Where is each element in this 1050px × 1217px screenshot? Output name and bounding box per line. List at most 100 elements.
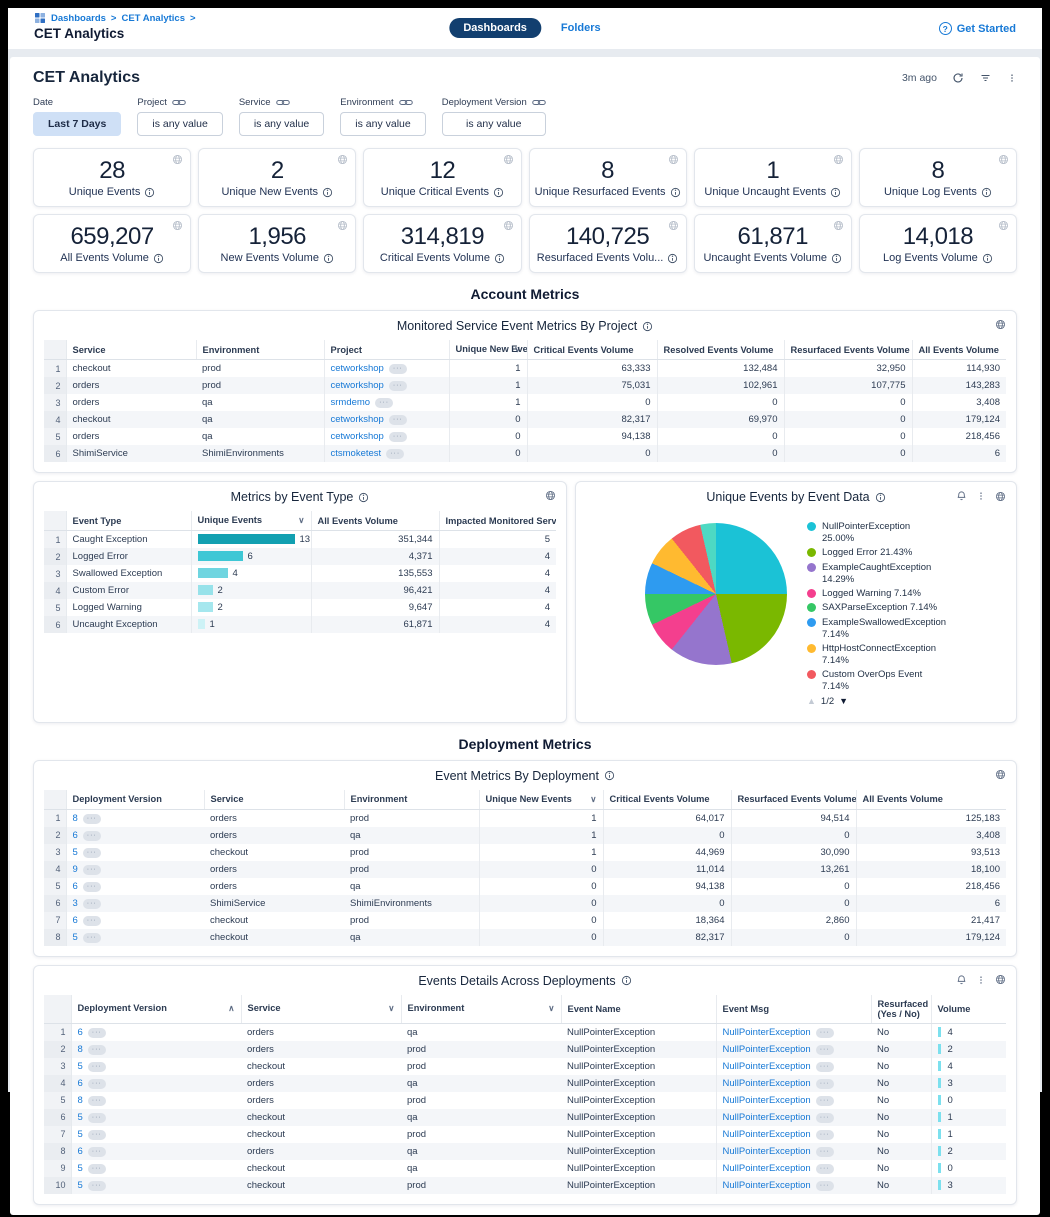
column-header-deployment-version[interactable]: Deployment Version	[66, 790, 204, 810]
tab-folders[interactable]: Folders	[561, 22, 601, 34]
more-pill[interactable]: ···	[389, 432, 407, 442]
more-pill[interactable]: ···	[88, 1062, 106, 1072]
kebab-menu-icon[interactable]	[976, 974, 986, 986]
deployment-version-link[interactable]: 6	[73, 915, 78, 926]
pie-chart[interactable]	[645, 523, 787, 665]
info-icon[interactable]	[493, 187, 504, 198]
globe-icon[interactable]	[337, 220, 348, 231]
breadcrumb-cet-analytics[interactable]: CET Analytics	[121, 13, 185, 24]
table-row[interactable]: 28···ordersprodNullPointerExceptionNullP…	[44, 1041, 1006, 1058]
breadcrumb-dashboards[interactable]: Dashboards	[51, 13, 106, 24]
deployment-version-link[interactable]: 8	[73, 813, 78, 824]
globe-icon[interactable]	[172, 220, 183, 231]
table-row[interactable]: 1Caught Exception13351,3445	[44, 531, 556, 549]
legend-item-httphostconnectexception[interactable]: HttpHostConnectException 7.14%	[807, 643, 965, 667]
legend-item-examplecaughtexception[interactable]: ExampleCaughtException 14.29%	[807, 562, 965, 586]
deployment-version-link[interactable]: 9	[73, 864, 78, 875]
get-started-link[interactable]: ? Get Started	[939, 22, 1016, 35]
more-pill[interactable]: ···	[389, 415, 407, 425]
table-row[interactable]: 35···checkoutprod144,96930,09093,513	[44, 844, 1006, 861]
column-header-unique-events[interactable]: ∨Unique Events	[191, 511, 311, 531]
tab-dashboards[interactable]: Dashboards	[449, 18, 541, 38]
more-pill[interactable]: ···	[83, 848, 101, 858]
more-pill[interactable]: ···	[816, 1113, 834, 1123]
more-pill[interactable]: ···	[386, 449, 404, 459]
column-header-unique-new-events[interactable]: ∨Unique New Events	[479, 790, 603, 810]
table-row[interactable]: 6ShimiServiceShimiEnvironmentsctsmoketes…	[44, 445, 1006, 462]
column-header-service[interactable]: ∨Service	[241, 995, 401, 1024]
info-icon[interactable]	[830, 187, 841, 198]
info-icon[interactable]	[621, 975, 632, 986]
column-header-critical-events-volume[interactable]: Critical Events Volume	[603, 790, 731, 810]
more-pill[interactable]: ···	[83, 899, 101, 909]
table-row[interactable]: 18···ordersprod164,01794,514125,183	[44, 809, 1006, 827]
deployment-version-link[interactable]: 5	[73, 932, 78, 943]
event-msg-link[interactable]: NullPointerException	[723, 1095, 811, 1106]
globe-icon[interactable]	[998, 154, 1009, 165]
column-header-all-events-volume[interactable]: All Events Volume	[311, 511, 439, 531]
globe-icon[interactable]	[503, 154, 514, 165]
info-icon[interactable]	[982, 253, 993, 264]
more-pill[interactable]: ···	[83, 916, 101, 926]
event-msg-link[interactable]: NullPointerException	[723, 1180, 811, 1191]
event-msg-link[interactable]: NullPointerException	[723, 1044, 811, 1055]
info-icon[interactable]	[875, 492, 886, 503]
column-header-all-events-volume[interactable]: All Events Volume	[912, 340, 1006, 360]
table-row[interactable]: 58···ordersprodNullPointerExceptionNullP…	[44, 1092, 1006, 1109]
table-row[interactable]: 26···ordersqa1003,408	[44, 827, 1006, 844]
globe-icon[interactable]	[337, 154, 348, 165]
event-msg-link[interactable]: NullPointerException	[723, 1112, 811, 1123]
globe-icon[interactable]	[668, 220, 679, 231]
table-row[interactable]: 86···ordersqaNullPointerExceptionNullPoi…	[44, 1143, 1006, 1160]
deployment-version-link[interactable]: 8	[78, 1044, 83, 1055]
deployment-version-link[interactable]: 5	[78, 1061, 83, 1072]
table-row[interactable]: 105···checkoutprodNullPointerExceptionNu…	[44, 1177, 1006, 1194]
legend-item-custom-overops-event[interactable]: Custom OverOps Event 7.14%	[807, 669, 965, 693]
globe-icon[interactable]	[995, 769, 1006, 780]
more-pill[interactable]: ···	[83, 814, 101, 824]
project-link[interactable]: ctsmoketest	[331, 448, 382, 459]
table-row[interactable]: 76···checkoutprod018,3642,86021,417	[44, 912, 1006, 929]
refresh-icon[interactable]	[952, 72, 964, 84]
more-pill[interactable]: ···	[88, 1181, 106, 1191]
info-icon[interactable]	[981, 187, 992, 198]
deployment-version-link[interactable]: 6	[73, 830, 78, 841]
more-pill[interactable]: ···	[83, 933, 101, 943]
event-msg-link[interactable]: NullPointerException	[723, 1027, 811, 1038]
globe-icon[interactable]	[995, 319, 1006, 330]
kebab-menu-icon[interactable]	[1007, 72, 1017, 84]
info-icon[interactable]	[358, 492, 369, 503]
pager-up-icon[interactable]: ▲	[807, 696, 816, 707]
column-header-resurfaced-events-volume[interactable]: Resurfaced Events Volume	[731, 790, 856, 810]
deployment-version-link[interactable]: 5	[78, 1112, 83, 1123]
globe-icon[interactable]	[668, 154, 679, 165]
column-header-unique-new-ever[interactable]: ∨Unique New Ever	[449, 340, 527, 360]
legend-item-nullpointerexception[interactable]: NullPointerException 25.00%	[807, 521, 965, 545]
more-pill[interactable]: ···	[88, 1096, 106, 1106]
table-row[interactable]: 63···ShimiServiceShimiEnvironments0006	[44, 895, 1006, 912]
legend-item-logged-warning[interactable]: Logged Warning 7.14%	[807, 588, 965, 600]
deployment-version-link[interactable]: 6	[78, 1078, 83, 1089]
info-icon[interactable]	[642, 321, 653, 332]
apps-grid-icon[interactable]	[34, 12, 46, 24]
column-header-resolved-events-volume[interactable]: Resolved Events Volume	[657, 340, 784, 360]
filter-icon[interactable]	[979, 72, 992, 84]
more-pill[interactable]: ···	[88, 1028, 106, 1038]
table-row[interactable]: 3ordersqasrmdemo···10003,408	[44, 394, 1006, 411]
column-header-event-name[interactable]: Event Name	[561, 995, 716, 1024]
table-row[interactable]: 5ordersqacetworkshop···094,13800218,456	[44, 428, 1006, 445]
column-header-project[interactable]: Project	[324, 340, 449, 360]
table-row[interactable]: 75···checkoutprodNullPointerExceptionNul…	[44, 1126, 1006, 1143]
globe-icon[interactable]	[998, 220, 1009, 231]
globe-icon[interactable]	[833, 154, 844, 165]
table-row[interactable]: 1checkoutprodcetworkshop···163,333132,48…	[44, 360, 1006, 378]
more-pill[interactable]: ···	[816, 1130, 834, 1140]
column-header-impacted-monitored-services[interactable]: Impacted Monitored Services	[439, 511, 556, 531]
table-row[interactable]: 65···checkoutqaNullPointerExceptionNullP…	[44, 1109, 1006, 1126]
table-row[interactable]: 6Uncaught Exception161,8714	[44, 616, 556, 633]
info-icon[interactable]	[831, 253, 842, 264]
filter-value-deployment-version[interactable]: is any value	[442, 112, 546, 136]
event-msg-link[interactable]: NullPointerException	[723, 1163, 811, 1174]
column-header-all-events-volume[interactable]: All Events Volume	[856, 790, 1006, 810]
more-pill[interactable]: ···	[88, 1147, 106, 1157]
